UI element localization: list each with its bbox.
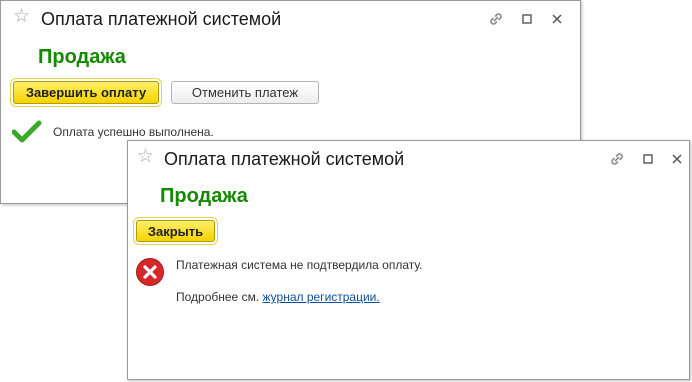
close-icon[interactable]	[667, 149, 687, 169]
close-button[interactable]: Закрыть	[136, 220, 215, 242]
close-icon[interactable]	[547, 9, 567, 29]
star-icon[interactable]: ☆	[137, 147, 154, 166]
details-text: Подробнее см. журнал регистрации.	[176, 290, 380, 304]
link-icon[interactable]	[607, 149, 627, 169]
form-heading: Продажа	[38, 46, 126, 68]
maximize-icon[interactable]	[517, 9, 537, 29]
error-icon	[135, 257, 165, 292]
star-icon[interactable]: ☆	[13, 7, 30, 26]
maximize-icon[interactable]	[638, 149, 658, 169]
window-title: Оплата платежной системой	[164, 149, 405, 169]
status-message: Оплата успешно выполнена.	[53, 125, 214, 139]
finish-payment-button[interactable]: Завершить оплату	[13, 81, 159, 104]
form-heading: Продажа	[160, 185, 248, 207]
details-prefix: Подробнее см.	[176, 290, 260, 304]
checkmark-icon	[11, 120, 42, 149]
window-title: Оплата платежной системой	[41, 9, 282, 29]
cancel-payment-button[interactable]: Отменить платеж	[171, 81, 319, 104]
event-log-link[interactable]: журнал регистрации.	[263, 290, 380, 304]
link-icon[interactable]	[486, 9, 506, 29]
title-bar: ☆ Оплата платежной системой	[128, 141, 689, 177]
title-bar: ☆ Оплата платежной системой	[1, 1, 580, 37]
payment-window-front: ☆ Оплата платежной системой Продажа Закр…	[127, 140, 690, 380]
error-message: Платежная система не подтвердила оплату.	[176, 258, 423, 272]
